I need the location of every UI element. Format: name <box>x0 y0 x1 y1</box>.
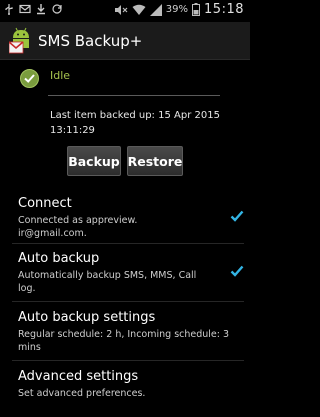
last-backup-text: Last item backed up: 15 Apr 2015 13:11:2… <box>50 110 220 136</box>
gmail-notification-icon <box>19 4 31 14</box>
app-icon <box>9 27 29 54</box>
notification-icons <box>3 3 63 15</box>
setting-title: Auto backup settings <box>18 310 156 325</box>
connect-checkbox[interactable] <box>230 209 244 223</box>
app-title: SMS Backup+ <box>38 32 143 50</box>
setting-summary: Set advanced preferences. <box>18 388 146 399</box>
list-divider <box>12 243 244 244</box>
wifi-icon <box>132 4 146 15</box>
setting-advanced[interactable]: Advanced settings Set advanced preferenc… <box>18 369 243 400</box>
status-bar: 39% 15:18 <box>0 0 250 22</box>
status-check-icon <box>20 69 39 88</box>
action-bar: SMS Backup+ <box>0 22 250 60</box>
checkmark-icon <box>24 74 35 83</box>
clock: 15:18 <box>204 2 244 17</box>
download-icon <box>37 4 45 15</box>
signal-icon <box>149 3 162 16</box>
system-icons: 39% 15:18 <box>114 2 244 17</box>
usb-icon <box>5 4 13 15</box>
list-divider <box>12 360 244 361</box>
battery-percent: 39% <box>165 4 189 15</box>
setting-title: Advanced settings <box>18 369 139 384</box>
setting-connect[interactable]: Connect Connected as appreview. ir@gmail… <box>18 196 243 240</box>
restore-button[interactable]: Restore <box>127 146 183 176</box>
setting-summary: Connected as appreview. ir@gmail.com. <box>18 215 138 239</box>
auto-backup-checkbox[interactable] <box>230 264 244 278</box>
status-label: Idle <box>50 69 71 82</box>
setting-summary: Automatically backup SMS, MMS, Call log. <box>18 270 197 294</box>
sync-icon <box>52 4 62 14</box>
setting-title: Auto backup <box>18 251 100 266</box>
list-divider <box>12 301 244 302</box>
backup-button[interactable]: Backup <box>67 146 121 176</box>
setting-auto-backup[interactable]: Auto backup Automatically backup SMS, MM… <box>18 251 243 295</box>
setting-summary: Regular schedule: 2 h, Incoming schedule… <box>18 329 230 353</box>
status-divider <box>48 95 220 96</box>
mute-icon <box>114 4 128 15</box>
setting-auto-backup-settings[interactable]: Auto backup settings Regular schedule: 2… <box>18 310 243 354</box>
setting-title: Connect <box>18 196 72 211</box>
battery-icon <box>192 3 201 16</box>
